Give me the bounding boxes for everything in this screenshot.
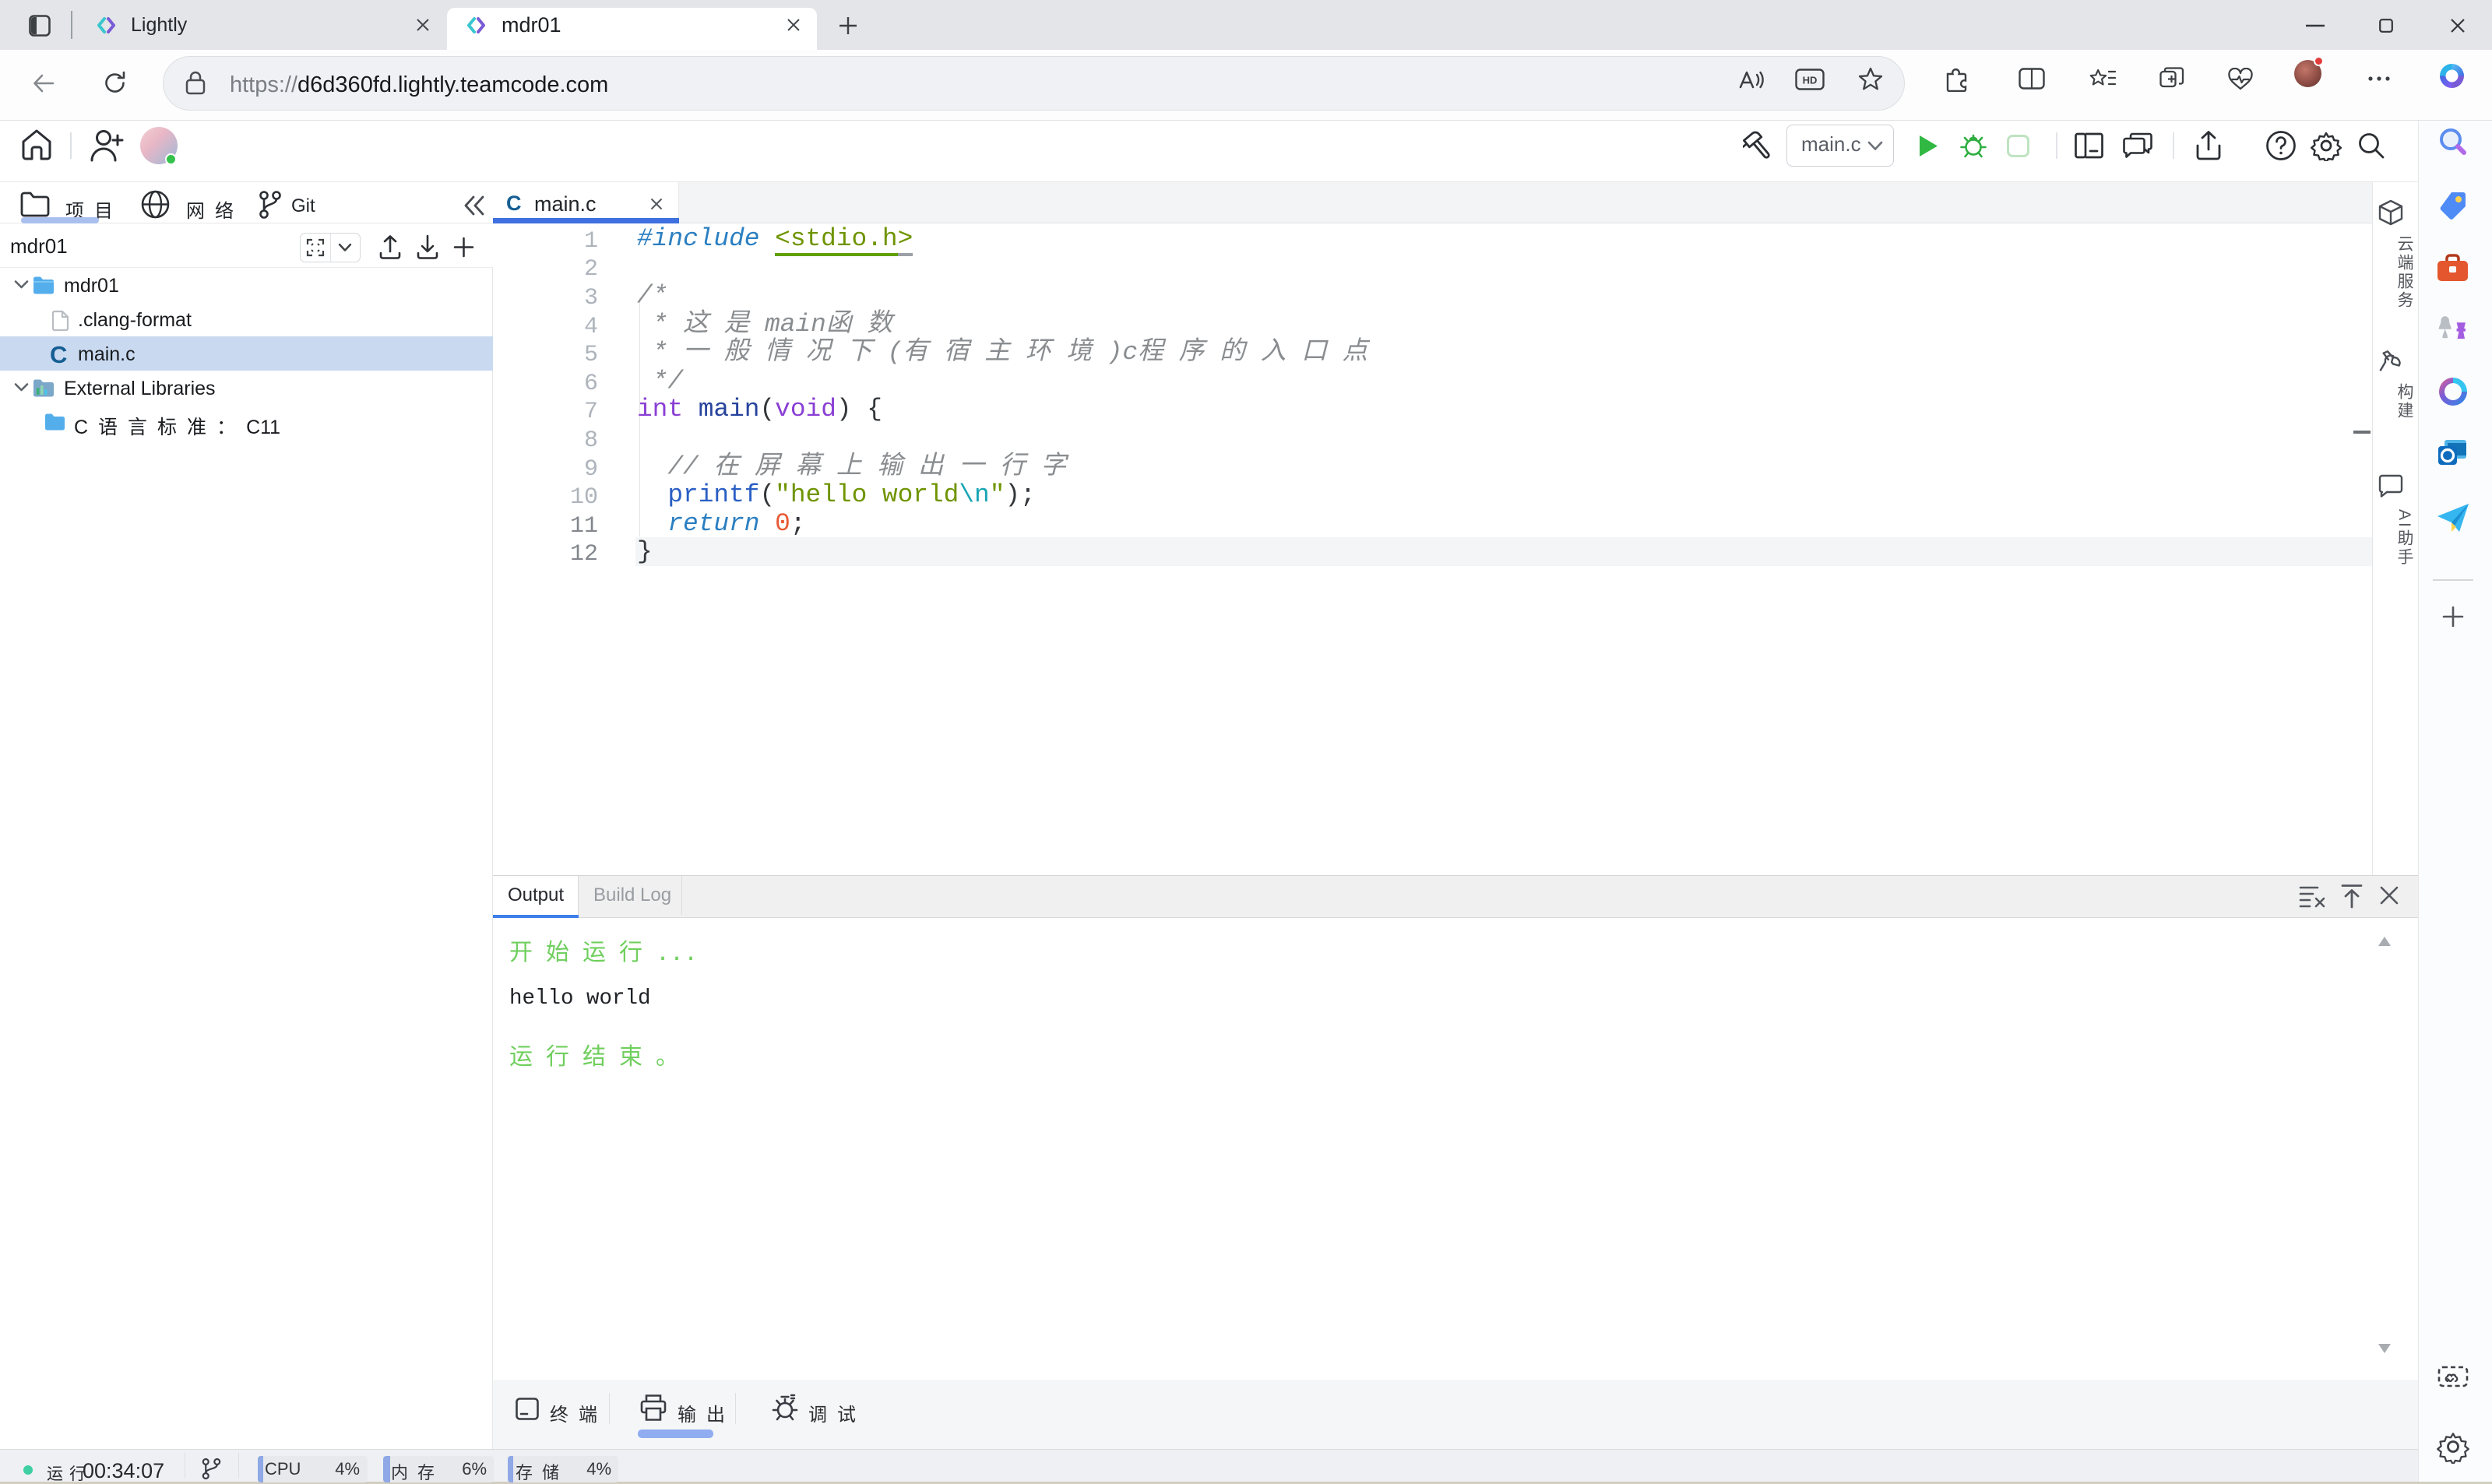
svg-text:HD: HD [1803,75,1818,86]
